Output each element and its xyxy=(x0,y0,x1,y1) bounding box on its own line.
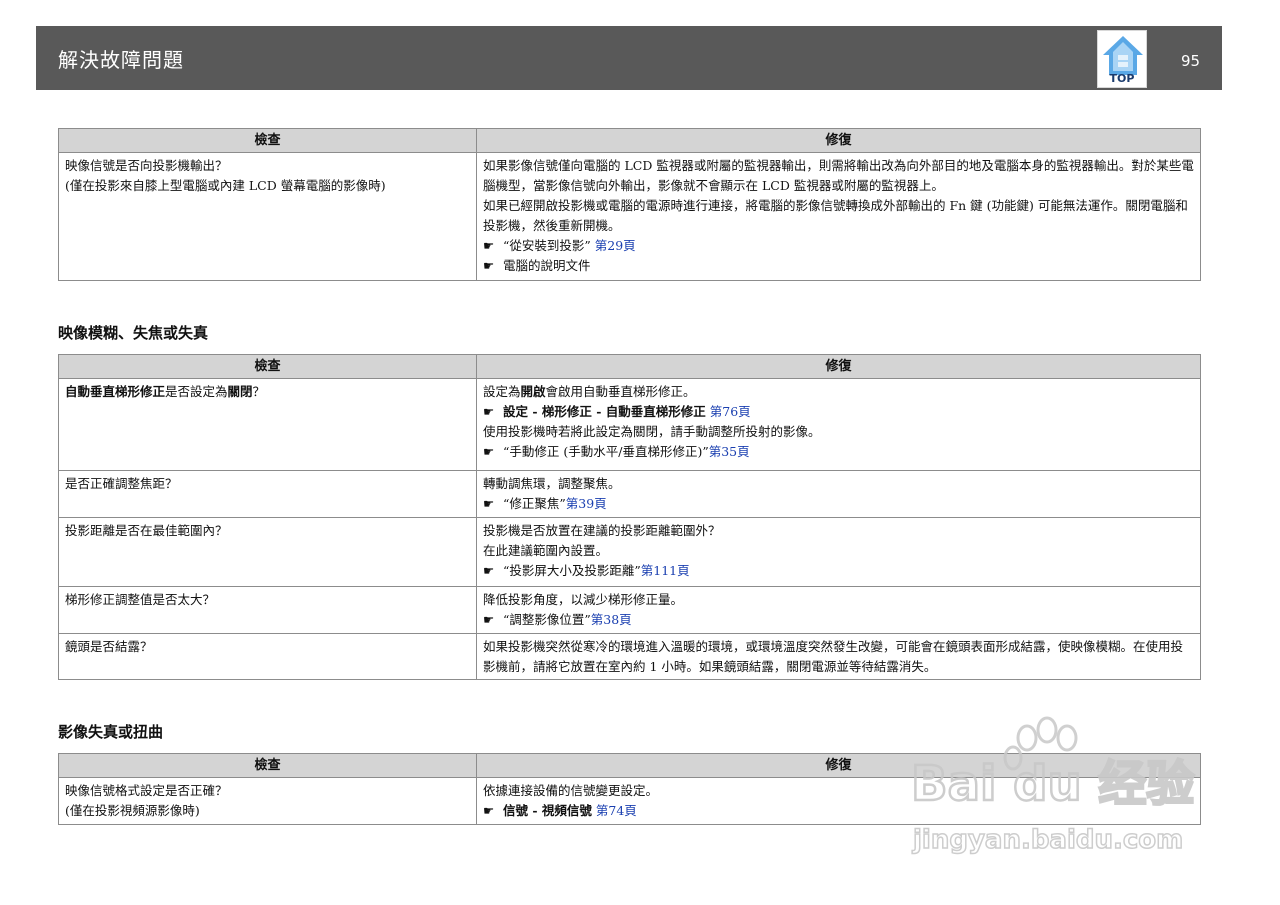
reference-line: ☛ “修正聚焦”第39頁 xyxy=(483,494,1194,514)
reference-text: “投影屏大小及投影距離” xyxy=(503,563,641,578)
top-label: TOP xyxy=(1109,72,1135,85)
column-header-fix: 修復 xyxy=(476,128,1201,153)
fix-cell: 如果影像信號僅向電腦的 LCD 監視器或附屬的監視器輸出，則需將輸出改為向外部目… xyxy=(476,152,1201,281)
reference-line: ☛ 設定 - 梯形修正 - 自動垂直梯形修正 第76頁 xyxy=(483,402,1194,422)
pointing-hand-icon: ☛ xyxy=(483,404,495,419)
table-row: 鏡頭是否結露？ 如果投影機突然從寒冷的環境進入溫暖的環境，或環境溫度突然發生改變… xyxy=(58,633,1201,680)
menu-path: 設定 - 梯形修正 - 自動垂直梯形修正 xyxy=(503,404,706,419)
column-header-check: 檢查 xyxy=(58,753,477,778)
check-note: (僅在投影來自膝上型電腦或內建 LCD 螢幕電腦的影像時) xyxy=(65,178,386,193)
pointing-hand-icon: ☛ xyxy=(483,563,495,578)
check-cell: 鏡頭是否結露？ xyxy=(58,633,477,680)
reference-line: ☛ 信號 - 視頻信號 第74頁 xyxy=(483,801,1194,821)
section-title-distortion: 影像失真或扭曲 xyxy=(58,723,164,741)
reference-line: ☛ “從安裝到投影” 第29頁 xyxy=(483,236,1194,256)
section-title-blur: 映像模糊、失焦或失真 xyxy=(58,324,209,342)
fix-cell: 投影機是否放置在建議的投影距離範圍外？ 在此建議範圍內設置。 ☛ “投影屏大小及投… xyxy=(476,517,1201,587)
check-cell: 映像信號格式設定是否正確？ (僅在投影視頻源影像時) xyxy=(58,777,477,825)
reference-text: “手動修正 (手動水平/垂直梯形修正)” xyxy=(503,444,709,459)
pointing-hand-icon: ☛ xyxy=(483,258,495,273)
check-note: (僅在投影視頻源影像時) xyxy=(65,803,200,818)
fix-cell: 設定為開啟會啟用自動垂直梯形修正。 ☛ 設定 - 梯形修正 - 自動垂直梯形修正 … xyxy=(476,378,1201,471)
reference-line: ☛ “調整影像位置”第38頁 xyxy=(483,610,1194,630)
fix-text: 依據連接設備的信號變更設定。 xyxy=(483,783,659,798)
page-link[interactable]: 第76頁 xyxy=(710,404,751,419)
watermark-url: jingyan.baidu.com xyxy=(912,825,1183,855)
check-text: 映像信號格式設定是否正確？ xyxy=(65,783,228,798)
fix-text: 在此建議範圍內設置。 xyxy=(483,543,609,558)
table-header-row: 檢查 修復 xyxy=(58,128,1201,153)
page-link[interactable]: 第38頁 xyxy=(591,612,632,627)
column-header-fix: 修復 xyxy=(476,753,1201,778)
troubleshoot-table-blur: 檢查 修復 自動垂直梯形修正是否設定為關閉？ 設定為開啟會啟用自動垂直梯形修正。… xyxy=(58,354,1201,680)
check-text: 映像信號是否向投影機輸出？ xyxy=(65,158,228,173)
check-text: 自動垂直梯形修正是否設定為關閉？ xyxy=(65,384,266,399)
page-link[interactable]: 第74頁 xyxy=(596,803,637,818)
column-header-check: 檢查 xyxy=(58,354,477,379)
pointing-hand-icon: ☛ xyxy=(483,496,495,511)
pointing-hand-icon: ☛ xyxy=(483,803,495,818)
check-cell: 投影距離是否在最佳範圍內？ xyxy=(58,517,477,587)
menu-path: 信號 - 視頻信號 xyxy=(503,803,592,818)
table-row: 梯形修正調整值是否太大？ 降低投影角度，以減少梯形修正量。 ☛ “調整影像位置”第… xyxy=(58,586,1201,634)
page-link[interactable]: 第39頁 xyxy=(566,496,607,511)
fix-text: 如果已經開啟投影機或電腦的電源時進行連接，將電腦的影像信號轉換成外部輸出的 Fn… xyxy=(483,198,1188,233)
check-text: 鏡頭是否結露？ xyxy=(65,639,153,654)
reference-line: ☛ “手動修正 (手動水平/垂直梯形修正)”第35頁 xyxy=(483,442,1194,462)
reference-text: “修正聚焦” xyxy=(503,496,566,511)
fix-cell: 轉動調焦環，調整聚焦。 ☛ “修正聚焦”第39頁 xyxy=(476,470,1201,518)
table-row: 映像信號格式設定是否正確？ (僅在投影視頻源影像時) 依據連接設備的信號變更設定… xyxy=(58,777,1201,825)
fix-text: 設定為開啟會啟用自動垂直梯形修正。 xyxy=(483,384,696,399)
table-row: 自動垂直梯形修正是否設定為關閉？ 設定為開啟會啟用自動垂直梯形修正。 ☛ 設定 -… xyxy=(58,378,1201,471)
reference-text: “從安裝到投影” xyxy=(503,238,591,253)
page-link[interactable]: 第35頁 xyxy=(709,444,750,459)
reference-line: ☛ 電腦的說明文件 xyxy=(483,256,1194,276)
column-header-check: 檢查 xyxy=(58,128,477,153)
page-number: 95 xyxy=(1181,52,1201,70)
table-row: 投影距離是否在最佳範圍內？ 投影機是否放置在建議的投影距離範圍外？ 在此建議範圍… xyxy=(58,517,1201,587)
page-link[interactable]: 第29頁 xyxy=(595,238,636,253)
fix-text: 使用投影機時若將此設定為關閉，請手動調整所投射的影像。 xyxy=(483,424,821,439)
reference-text: 電腦的說明文件 xyxy=(503,258,591,273)
table-header-row: 檢查 修復 xyxy=(58,753,1201,778)
fix-cell: 依據連接設備的信號變更設定。 ☛ 信號 - 視頻信號 第74頁 xyxy=(476,777,1201,825)
fix-text: 轉動調焦環，調整聚焦。 xyxy=(483,476,621,491)
reference-line: ☛ “投影屏大小及投影距離”第111頁 xyxy=(483,561,1194,581)
check-text: 投影距離是否在最佳範圍內？ xyxy=(65,523,228,538)
top-button[interactable]: TOP xyxy=(1097,30,1147,88)
check-cell: 是否正確調整焦距？ xyxy=(58,470,477,518)
page-title: 解決故障問題 xyxy=(58,48,184,72)
check-text: 梯形修正調整值是否太大？ xyxy=(65,592,216,607)
troubleshoot-table-signal: 檢查 修復 映像信號是否向投影機輸出？ (僅在投影來自膝上型電腦或內建 LCD … xyxy=(58,128,1201,281)
check-cell: 梯形修正調整值是否太大？ xyxy=(58,586,477,634)
fix-text: 如果投影機突然從寒冷的環境進入溫暖的環境，或環境溫度突然發生改變，可能會在鏡頭表… xyxy=(483,639,1184,674)
fix-text: 投影機是否放置在建議的投影距離範圍外？ xyxy=(483,523,721,538)
column-header-fix: 修復 xyxy=(476,354,1201,379)
table-row: 是否正確調整焦距？ 轉動調焦環，調整聚焦。 ☛ “修正聚焦”第39頁 xyxy=(58,470,1201,518)
fix-text: 如果影像信號僅向電腦的 LCD 監視器或附屬的監視器輸出，則需將輸出改為向外部目… xyxy=(483,158,1194,193)
fix-text: 降低投影角度，以減少梯形修正量。 xyxy=(483,592,684,607)
pointing-hand-icon: ☛ xyxy=(483,612,495,627)
reference-text: “調整影像位置” xyxy=(503,612,591,627)
pointing-hand-icon: ☛ xyxy=(483,444,495,459)
troubleshoot-table-distortion: 檢查 修復 映像信號格式設定是否正確？ (僅在投影視頻源影像時) 依據連接設備的… xyxy=(58,753,1201,825)
fix-cell: 如果投影機突然從寒冷的環境進入溫暖的環境，或環境溫度突然發生改變，可能會在鏡頭表… xyxy=(476,633,1201,680)
table-header-row: 檢查 修復 xyxy=(58,354,1201,379)
check-text: 是否正確調整焦距？ xyxy=(65,476,178,491)
table-row: 映像信號是否向投影機輸出？ (僅在投影來自膝上型電腦或內建 LCD 螢幕電腦的影… xyxy=(58,152,1201,281)
page-link[interactable]: 第111頁 xyxy=(641,563,690,578)
fix-cell: 降低投影角度，以減少梯形修正量。 ☛ “調整影像位置”第38頁 xyxy=(476,586,1201,634)
page-header: 解決故障問題 TOP 95 xyxy=(36,26,1222,90)
check-cell: 自動垂直梯形修正是否設定為關閉？ xyxy=(58,378,477,471)
pointing-hand-icon: ☛ xyxy=(483,238,495,253)
check-cell: 映像信號是否向投影機輸出？ (僅在投影來自膝上型電腦或內建 LCD 螢幕電腦的影… xyxy=(58,152,477,281)
house-icon xyxy=(1103,36,1143,75)
